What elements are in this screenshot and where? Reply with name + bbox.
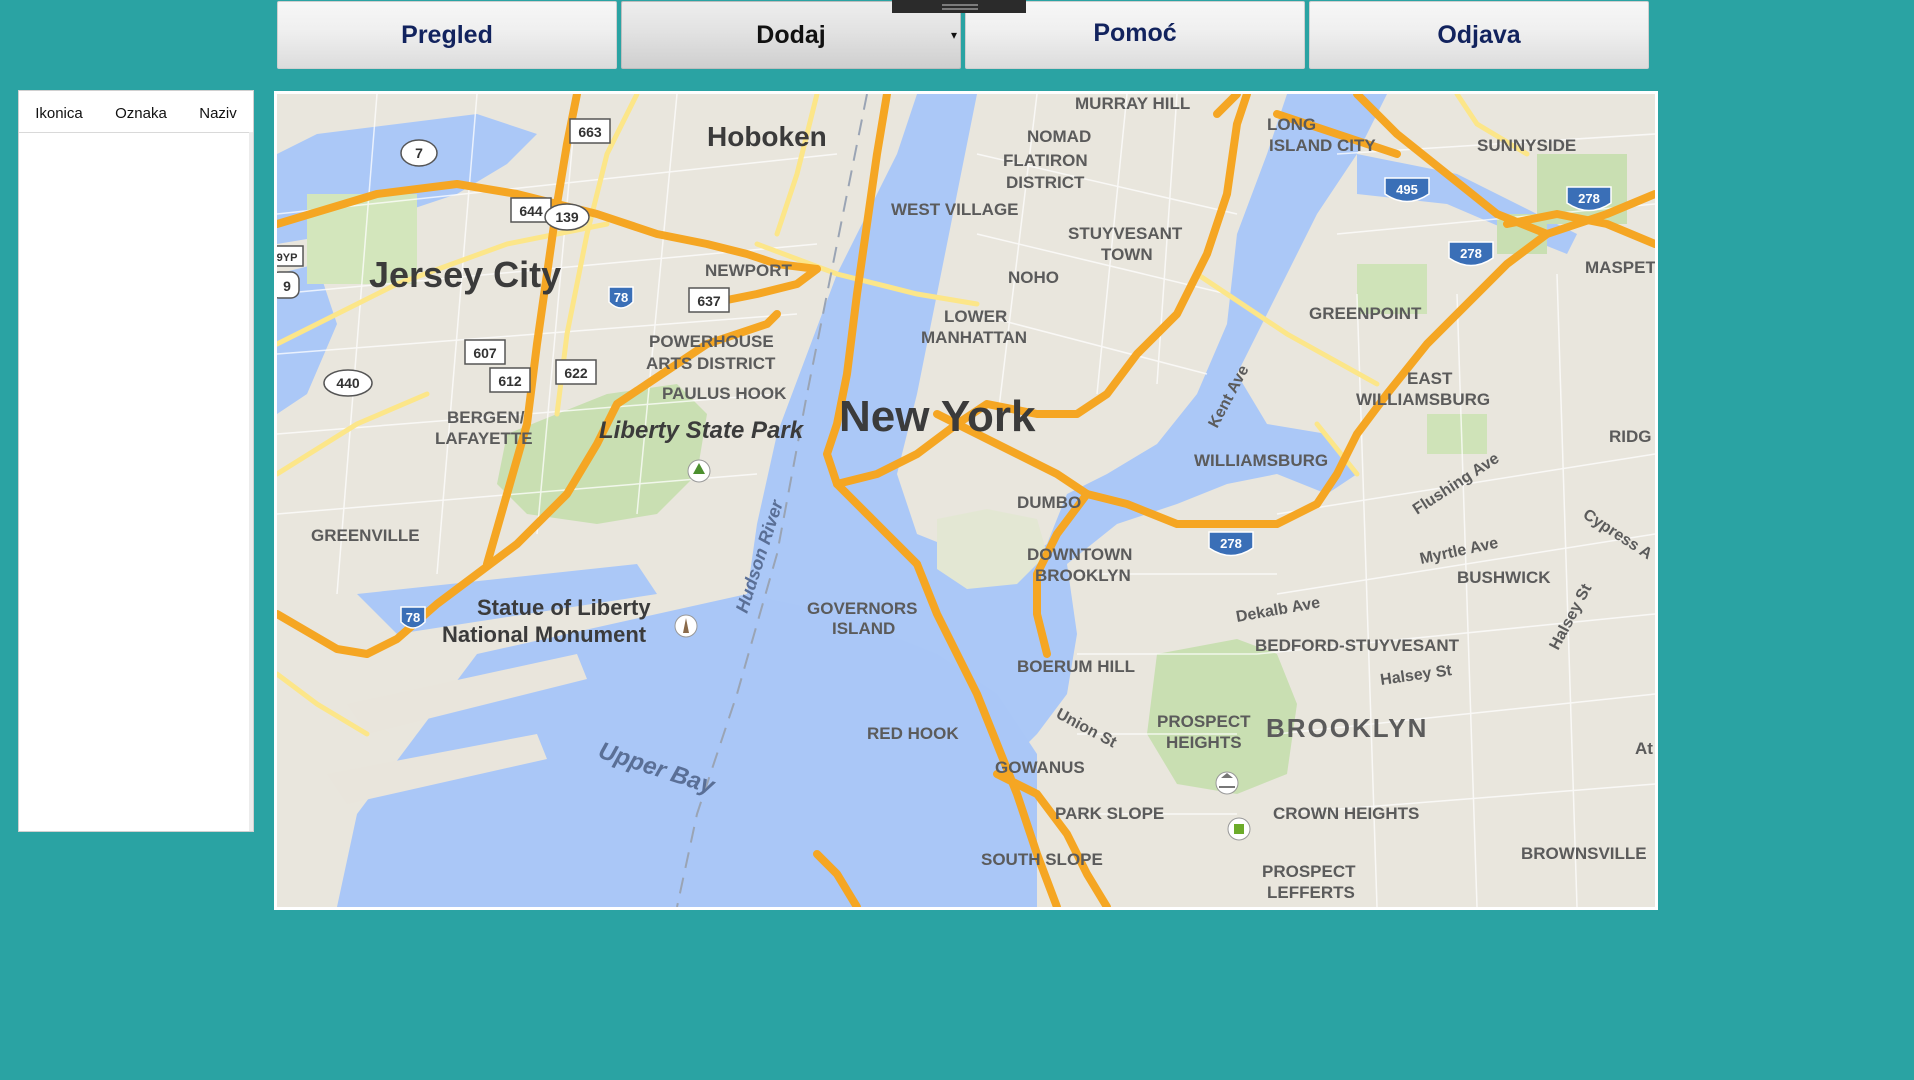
route-shield-label: 139 xyxy=(555,209,579,225)
route-shield-label: 9YP xyxy=(277,252,297,264)
map-label: CROWN HEIGHTS xyxy=(1273,804,1419,823)
route-shield-label: 78 xyxy=(406,610,420,625)
map-label: HEIGHTS xyxy=(1166,733,1242,752)
map-label: LONG xyxy=(1267,115,1316,134)
map-label: STUYVESANT xyxy=(1068,224,1183,243)
route-shield-label: 278 xyxy=(1220,536,1242,551)
pregled-button[interactable]: Pregled xyxy=(277,1,617,69)
drag-handle[interactable] xyxy=(892,0,1026,13)
odjava-button[interactable]: Odjava xyxy=(1309,1,1649,69)
map-label: NOMAD xyxy=(1027,127,1091,146)
map-label: RIDG xyxy=(1609,427,1652,446)
route-shield-label: 607 xyxy=(473,345,497,361)
map-label: BEDFORD-STUYVESANT xyxy=(1255,636,1460,655)
map-label: At xyxy=(1635,739,1653,758)
map-label: Hoboken xyxy=(707,121,827,152)
map-label: BOERUM HILL xyxy=(1017,657,1135,676)
map-view[interactable]: 663 7 644 139 78 637 607 612 622 440 78 … xyxy=(274,91,1658,910)
dodaj-button-label: Dodaj xyxy=(756,20,826,49)
map-label: New York xyxy=(839,392,1036,441)
route-shield-label: 622 xyxy=(564,365,588,381)
table-body[interactable] xyxy=(19,132,253,831)
map-label: WILLIAMSBURG xyxy=(1356,390,1490,409)
map-label: Jersey City xyxy=(369,254,561,295)
map-label: TOWN xyxy=(1101,245,1153,264)
handle-grip-line xyxy=(942,4,978,6)
map-label: NEWPORT xyxy=(705,261,793,280)
map-label: SOUTH SLOPE xyxy=(981,850,1103,869)
route-shield-label: 644 xyxy=(519,203,543,219)
map-label: GOWANUS xyxy=(995,758,1085,777)
route-shield-label: 278 xyxy=(1460,246,1482,261)
map-label: ISLAND xyxy=(832,619,895,638)
map-label: BROOKLYN xyxy=(1266,713,1428,743)
map-label: GREENPOINT xyxy=(1309,304,1422,323)
map-label: PROSPECT xyxy=(1262,862,1356,881)
route-shield-label: 440 xyxy=(336,375,360,391)
map-label: BROWNSVILLE xyxy=(1521,844,1647,863)
map-label: National Monument xyxy=(442,622,647,647)
column-header-naziv[interactable]: Naziv xyxy=(199,105,237,122)
odjava-button-label: Odjava xyxy=(1437,20,1521,49)
route-shield-label: 495 xyxy=(1396,182,1418,197)
map-label: ARTS DISTRICT xyxy=(646,354,776,373)
map-label: PARK SLOPE xyxy=(1055,804,1164,823)
map-label: LAFAYETTE xyxy=(435,429,533,448)
map-label: RED HOOK xyxy=(867,724,959,743)
handle-grip-line xyxy=(942,8,978,10)
map-label: LOWER xyxy=(944,307,1007,326)
table-header: Ikonica Oznaka Naziv xyxy=(19,94,253,133)
map-label: GOVERNORS xyxy=(807,599,918,618)
map-label: MANHATTAN xyxy=(921,328,1027,347)
map-label: WEST VILLAGE xyxy=(891,200,1019,219)
column-header-oznaka[interactable]: Oznaka xyxy=(115,105,167,122)
map-label: Liberty State Park xyxy=(599,417,805,444)
map-label: POWERHOUSE xyxy=(649,332,774,351)
chevron-down-icon: ▾ xyxy=(950,28,957,42)
route-shield-label: 637 xyxy=(697,293,721,309)
table-scrollbar[interactable] xyxy=(249,132,253,831)
map-label: FLATIRON xyxy=(1003,151,1088,170)
green-area xyxy=(1427,414,1487,454)
column-header-ikonica[interactable]: Ikonica xyxy=(35,105,83,122)
map-label: Statue of Liberty xyxy=(477,595,651,620)
map-label: MASPETH xyxy=(1585,258,1655,277)
map-label: NOHO xyxy=(1008,268,1059,287)
pomoc-button-label: Pomoć xyxy=(1093,18,1177,47)
map-label: DISTRICT xyxy=(1006,173,1085,192)
route-shield-label: 7 xyxy=(415,145,423,161)
map-label: GREENVILLE xyxy=(311,526,420,545)
map-label: WILLIAMSBURG xyxy=(1194,451,1328,470)
map-label: BERGEN/ xyxy=(447,408,525,427)
map-label: EAST xyxy=(1407,369,1453,388)
route-shield-label: 663 xyxy=(578,124,602,140)
route-shield-label: 78 xyxy=(614,290,628,305)
map-label: PROSPECT xyxy=(1157,712,1251,731)
route-shield-label: 278 xyxy=(1578,191,1600,206)
pregled-button-label: Pregled xyxy=(401,20,493,49)
map-label: BUSHWICK xyxy=(1457,568,1551,587)
map-label: MURRAY HILL xyxy=(1075,94,1190,113)
garden-icon xyxy=(1234,824,1244,834)
locations-table: Ikonica Oznaka Naziv xyxy=(18,90,254,832)
route-shield-label: 9 xyxy=(283,278,291,294)
map-label: DOWNTOWN xyxy=(1027,545,1132,564)
map-canvas[interactable]: 663 7 644 139 78 637 607 612 622 440 78 … xyxy=(277,94,1655,907)
map-label: DUMBO xyxy=(1017,493,1081,512)
map-label: SUNNYSIDE xyxy=(1477,136,1576,155)
map-label: LEFFERTS xyxy=(1267,883,1355,902)
map-label: BROOKLYN xyxy=(1035,566,1131,585)
route-shield-label: 612 xyxy=(498,373,522,389)
map-label: ISLAND CITY xyxy=(1269,136,1376,155)
map-label: PAULUS HOOK xyxy=(662,384,787,403)
